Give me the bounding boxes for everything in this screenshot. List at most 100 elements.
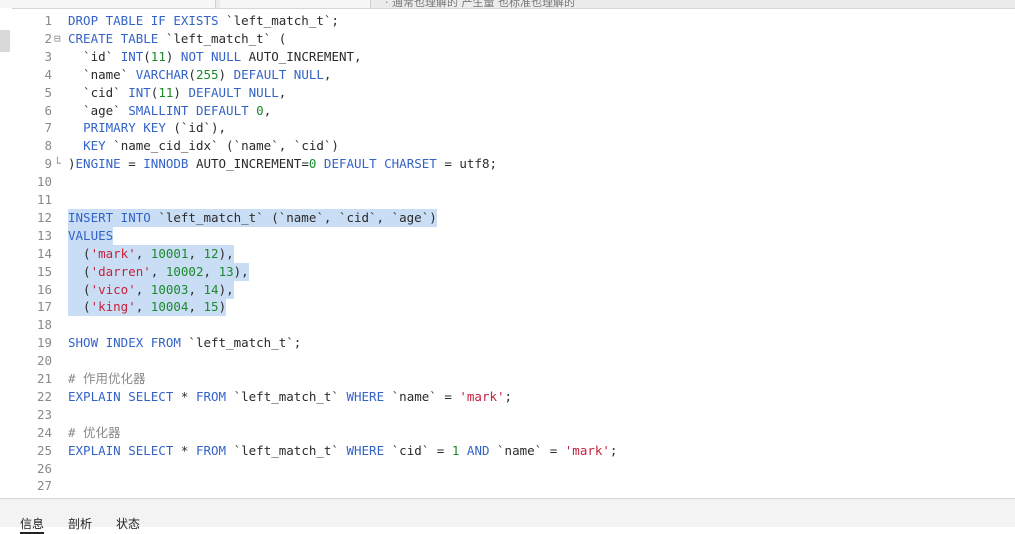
query-tab-2[interactable] (220, 0, 371, 8)
token-kw: ENGINE (75, 156, 129, 172)
code-text: `name` VARCHAR(255) DEFAULT NULL, (68, 66, 331, 84)
token-str: 'king' (90, 299, 136, 315)
token-kw: WHERE (346, 442, 392, 458)
code-line[interactable]: 8 KEY `name_cid_idx` (`name`, `cid`) (12, 137, 1015, 155)
code-line[interactable]: 18 (12, 316, 1015, 334)
line-number: 3 (44, 48, 52, 64)
code-line[interactable]: 19 SHOW INDEX FROM `left_match_t`; (12, 334, 1015, 352)
code-line[interactable]: 25 EXPLAIN SELECT * FROM `left_match_t` W… (12, 442, 1015, 460)
token-num: 11 (158, 84, 174, 100)
code-line[interactable]: 14 ('mark', 10001, 12), (12, 244, 1015, 263)
token-kw: VALUES (68, 227, 114, 243)
token-kw: AND (466, 442, 498, 458)
token-text: , (323, 66, 332, 82)
code-text: )ENGINE = INNODB AUTO_INCREMENT=0 DEFAUL… (68, 155, 497, 173)
code-line[interactable]: 7 PRIMARY KEY (`id`), (12, 119, 1015, 137)
token-cmt: # 作用优化器 (68, 371, 146, 386)
sql-editor[interactable]: 1 DROP TABLE IF EXISTS `left_match_t`; 2 ⊟ C… (12, 12, 1015, 498)
code-line[interactable]: 11 (12, 191, 1015, 209)
line-number: 6 (44, 102, 52, 118)
code-line[interactable]: 21 # 作用优化器 (12, 370, 1015, 388)
query-tab-1[interactable] (0, 0, 216, 8)
code-text: `id` INT(11) NOT NULL AUTO_INCREMENT, (68, 48, 362, 66)
code-line[interactable]: 12 INSERT INTO `left_match_t` (`name`, `c… (12, 208, 1015, 227)
token-num: 11 (150, 48, 166, 64)
code-line[interactable]: 16 ('vico', 10003, 14), (12, 280, 1015, 299)
code-line[interactable]: 17 ('king', 10004, 15) (12, 298, 1015, 317)
token-text: `id` (68, 48, 121, 64)
code-text: `age` SMALLINT DEFAULT 0, (68, 102, 271, 120)
code-line[interactable]: 24 # 优化器 (12, 424, 1015, 442)
token-str: 'vico' (90, 281, 136, 297)
token-str: 'mark' (459, 388, 505, 404)
token-text: `left_match_t` ( (165, 30, 287, 46)
code-line[interactable]: 20 (12, 352, 1015, 370)
token-cmt: # 优化器 (68, 424, 121, 440)
fold-marker-icon[interactable]: ⊟ (54, 30, 66, 48)
code-line[interactable]: 3 `id` INT(11) NOT NULL AUTO_INCREMENT, (12, 48, 1015, 66)
code-line[interactable]: 2 ⊟ CREATE TABLE `left_match_t` ( (12, 30, 1015, 48)
code-line[interactable]: 10 (12, 173, 1015, 191)
line-number: 15 (36, 263, 52, 279)
code-text: KEY `name_cid_idx` (`name`, `cid`) (68, 137, 339, 155)
token-kw: FROM (195, 442, 234, 458)
token-text: `name` = (497, 442, 565, 458)
tab-status[interactable]: 状态 (116, 515, 140, 532)
code-text: `cid` INT(11) DEFAULT NULL, (68, 84, 286, 102)
token-text: ( (188, 66, 196, 82)
code-line[interactable]: 27 (12, 477, 1015, 495)
token-text: ) (218, 299, 227, 315)
token-text: * (180, 388, 196, 404)
selected-code-text: ('mark', 10001, 12), (68, 244, 234, 263)
token-text: , (188, 299, 204, 315)
code-line[interactable]: 9 └)ENGINE = INNODB AUTO_INCREMENT=0 DEFA… (12, 155, 1015, 173)
token-num: 13 (218, 263, 234, 279)
token-text: `cid` (68, 84, 129, 100)
tab-info[interactable]: 信息 (20, 515, 45, 534)
tab-profile[interactable]: 剖析 (68, 515, 92, 532)
token-text: , (188, 281, 204, 297)
token-text: ) (173, 84, 189, 100)
code-text: PRIMARY KEY (`id`), (68, 119, 226, 137)
token-kw: EXPLAIN SELECT (68, 388, 181, 404)
result-tab-bar: 信息 剖析 状态 (0, 498, 1015, 534)
line-number: 19 (36, 335, 52, 351)
code-text: EXPLAIN SELECT * FROM `left_match_t` WHE… (68, 388, 512, 406)
code-line[interactable]: 13 VALUES (12, 226, 1015, 245)
code-line[interactable]: 5 `cid` INT(11) DEFAULT NULL, (12, 84, 1015, 102)
code-line[interactable]: 26 (12, 460, 1015, 478)
selected-code-text: VALUES (68, 226, 114, 245)
line-number: 8 (44, 138, 52, 154)
token-text: , (135, 281, 151, 297)
token-kw: INSERT INTO (68, 209, 159, 225)
token-num: 10002 (165, 263, 204, 279)
code-line[interactable]: 4 `name` VARCHAR(255) DEFAULT NULL, (12, 66, 1015, 84)
code-text: EXPLAIN SELECT * FROM `left_match_t` WHE… (68, 442, 617, 460)
line-number: 16 (36, 281, 52, 297)
line-number: 9 (44, 156, 52, 172)
selected-code-text: INSERT INTO `left_match_t` (`name`, `cid… (68, 208, 437, 227)
token-text: ), (233, 263, 249, 279)
code-line[interactable]: 6 `age` SMALLINT DEFAULT 0, (12, 102, 1015, 120)
line-number: 1 (44, 13, 52, 28)
line-number: 4 (44, 66, 52, 82)
token-kw: EXPLAIN SELECT (68, 442, 181, 458)
token-num: 0 (256, 102, 264, 118)
code-line[interactable]: 15 ('darren', 10002, 13), (12, 262, 1015, 281)
line-number: 5 (44, 84, 52, 100)
token-text: `left_match_t` (233, 442, 347, 458)
token-text: `name` = (391, 388, 460, 404)
token-text: ), (218, 245, 234, 261)
token-text: , (263, 102, 272, 118)
code-text: # 作用优化器 (68, 370, 146, 388)
token-num: 14 (203, 281, 219, 297)
token-text: `left_match_t`; (188, 335, 302, 351)
token-text: ( (68, 263, 91, 279)
code-line[interactable]: 22 EXPLAIN SELECT * FROM `left_match_t` W… (12, 388, 1015, 406)
line-number: 22 (36, 388, 52, 404)
code-line[interactable]: 1 DROP TABLE IF EXISTS `left_match_t`; (12, 12, 1015, 30)
token-text: ( (68, 281, 91, 297)
token-kw: NOT NULL (180, 48, 249, 64)
code-line[interactable]: 23 (12, 406, 1015, 424)
fold-marker-icon[interactable]: └ (54, 155, 66, 173)
